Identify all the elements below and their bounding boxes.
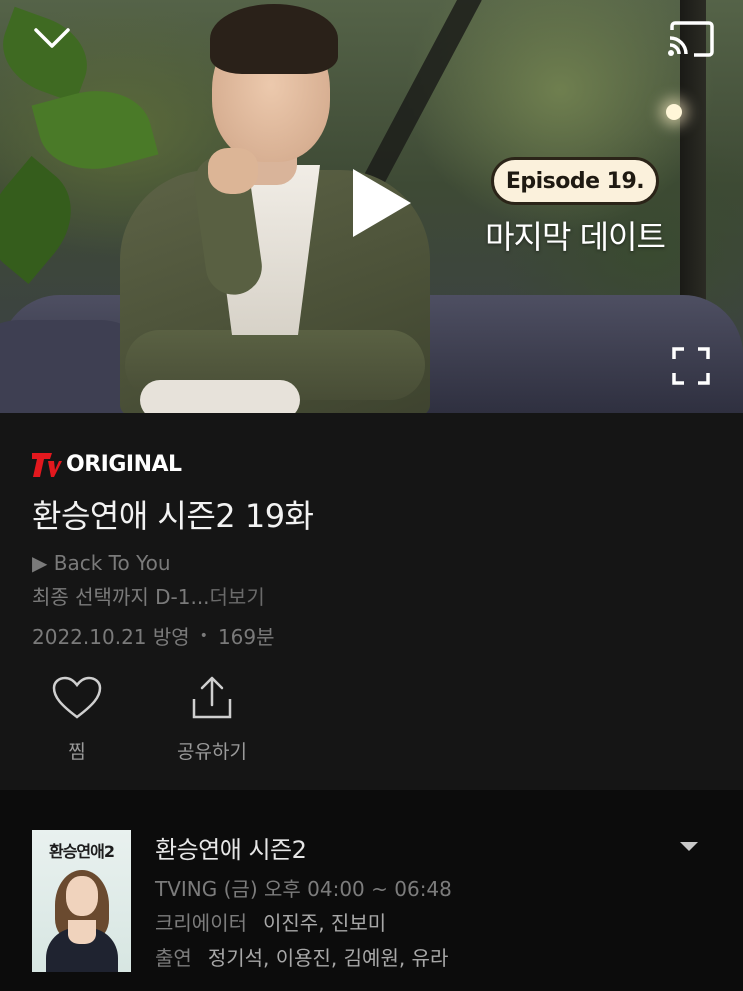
fullscreen-icon <box>672 347 710 385</box>
expand-program-button[interactable] <box>677 838 701 854</box>
cast-icon <box>668 21 714 57</box>
caret-down-icon <box>680 842 698 851</box>
play-icon <box>353 169 411 237</box>
share-icon <box>192 676 232 719</box>
poster-title: 환승연애2 <box>48 842 115 861</box>
episode-subtitle: 마지막 데이트 <box>485 218 666 256</box>
share-button[interactable]: 공유하기 <box>170 675 254 764</box>
background-light <box>666 104 682 120</box>
more-link[interactable]: 더보기 <box>210 585 265 609</box>
program-cast: 출연 정기석, 이용진, 김예원, 유라 <box>155 942 448 971</box>
program-title: 환승연애 시즌2 <box>155 836 307 864</box>
brand-label: ORIGINAL <box>66 452 182 477</box>
tving-logo-icon <box>32 452 62 477</box>
fullscreen-button[interactable] <box>670 345 712 387</box>
program-card[interactable]: 환승연애2 환승연애 시즌2 TVING (금) 오후 04:00 ~ 06:4… <box>0 790 743 991</box>
zzim-button[interactable]: 찜 <box>45 675 109 764</box>
cast-button[interactable] <box>666 20 716 58</box>
program-schedule: TVING (금) 오후 04:00 ~ 06:48 <box>155 877 452 901</box>
air-date: 2022.10.21 방영 <box>32 625 190 649</box>
zzim-label: 찜 <box>68 741 86 763</box>
description-line: ▶ Back To You <box>32 551 171 575</box>
episode-badge: Episode 19. <box>491 157 659 205</box>
separator-dot: • <box>199 627 208 644</box>
heart-icon <box>52 676 102 719</box>
plant-leaf <box>0 155 93 285</box>
video-player[interactable]: Episode 19. 마지막 데이트 <box>0 0 743 413</box>
creator-label: 크리에이터 <box>155 911 247 935</box>
description-text: 최종 선택까지 D-1... <box>32 585 210 609</box>
chevron-down-icon <box>34 28 70 48</box>
play-button[interactable] <box>345 165 415 241</box>
episode-info: ORIGINAL 환승연애 시즌2 19화 ▶ Back To You 최종 선… <box>0 413 743 790</box>
collapse-button[interactable] <box>32 22 72 52</box>
cast-label: 출연 <box>155 946 192 970</box>
cast-names: 정기석, 이용진, 김예원, 유라 <box>207 946 449 970</box>
episode-badge-label: Episode 19. <box>505 168 645 194</box>
share-label: 공유하기 <box>177 741 247 763</box>
tving-original-brand: ORIGINAL <box>32 452 182 477</box>
episode-title: 환승연애 시즌2 19화 <box>32 497 314 535</box>
program-poster[interactable]: 환승연애2 <box>32 830 131 972</box>
description-line: 최종 선택까지 D-1...더보기 <box>32 581 265 610</box>
creator-names: 이진주, 진보미 <box>263 911 387 935</box>
runtime: 169분 <box>217 625 275 649</box>
episode-meta: 2022.10.21 방영 • 169분 <box>32 621 275 650</box>
program-creators: 크리에이터 이진주, 진보미 <box>155 907 386 936</box>
